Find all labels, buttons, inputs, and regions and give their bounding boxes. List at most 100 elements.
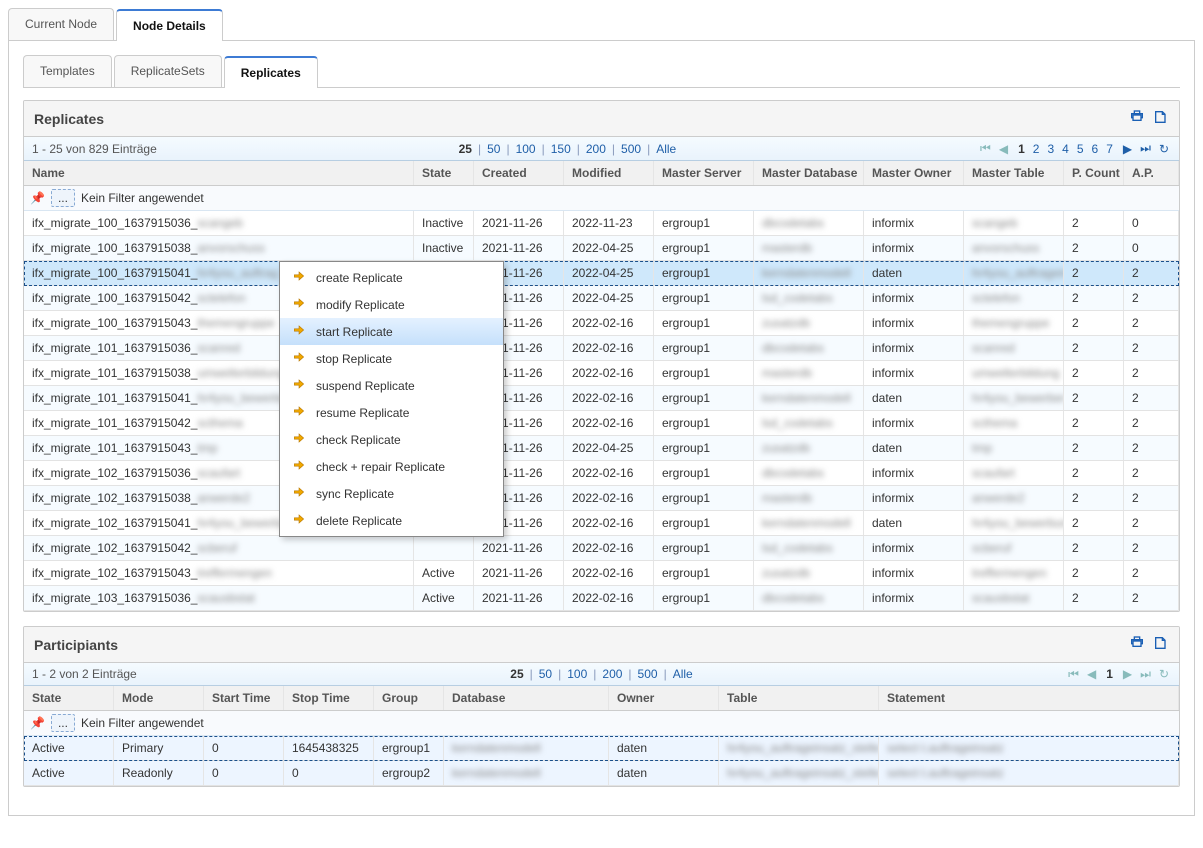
col-master-server[interactable]: Master Server <box>654 161 754 185</box>
col-name[interactable]: Name <box>24 161 414 185</box>
print-icon[interactable] <box>1129 109 1145 128</box>
table-row[interactable]: ifx_migrate_100_1637915036_scangebInacti… <box>24 211 1179 236</box>
page-number[interactable]: 2 <box>1029 142 1044 156</box>
table-row[interactable]: ifx_migrate_103_1637915036_scausbstatAct… <box>24 586 1179 611</box>
table-row[interactable]: ifx_migrate_100_1637915043_themengruppe2… <box>24 311 1179 336</box>
context-menu-item[interactable]: resume Replicate <box>280 399 503 426</box>
col-modified[interactable]: Modified <box>564 161 654 185</box>
context-menu-item[interactable]: create Replicate <box>280 264 503 291</box>
next-page-icon[interactable]: ▶ <box>1121 667 1134 681</box>
col-p-count[interactable]: P. Count <box>1064 161 1124 185</box>
page-size-option[interactable]: 500 <box>621 142 641 156</box>
table-row[interactable]: ifx_migrate_102_1637915043_treffermengen… <box>24 561 1179 586</box>
tab-replicatesets[interactable]: ReplicateSets <box>114 55 222 87</box>
page-number[interactable]: 6 <box>1088 142 1103 156</box>
context-menu-item[interactable]: sync Replicate <box>280 480 503 507</box>
tab-node-details[interactable]: Node Details <box>116 9 223 41</box>
page-size-option[interactable]: 50 <box>487 142 500 156</box>
first-page-icon[interactable]: ⏮ <box>978 141 993 156</box>
col-table[interactable]: Table <box>719 686 879 710</box>
filter-pin-icon[interactable]: 📌 <box>30 716 45 730</box>
replicates-rows: ifx_migrate_100_1637915036_scangebInacti… <box>24 211 1179 611</box>
prev-page-icon[interactable]: ◀ <box>1085 667 1098 681</box>
context-menu-item[interactable]: start Replicate <box>280 318 503 345</box>
export-csv-icon[interactable] <box>1153 635 1169 654</box>
export-csv-icon[interactable] <box>1153 109 1169 128</box>
col-master-table[interactable]: Master Table <box>964 161 1064 185</box>
col-master-owner[interactable]: Master Owner <box>864 161 964 185</box>
prev-page-icon[interactable]: ◀ <box>997 142 1010 156</box>
table-row[interactable]: ActiveReadonly00ergroup2kerndatenmodelld… <box>24 761 1179 786</box>
table-row[interactable]: ifx_migrate_102_1637915038_anwerde22021-… <box>24 486 1179 511</box>
page-number[interactable]: 3 <box>1043 142 1058 156</box>
first-page-icon[interactable]: ⏮ <box>1066 667 1081 682</box>
table-row[interactable]: ifx_migrate_101_1637915036_scanred2021-1… <box>24 336 1179 361</box>
tab-replicates[interactable]: Replicates <box>224 56 318 88</box>
cell-p-count: 2 <box>1064 311 1124 335</box>
page-number[interactable]: 4 <box>1058 142 1073 156</box>
refresh-icon[interactable]: ↻ <box>1157 142 1171 156</box>
page-number[interactable]: 7 <box>1102 142 1117 156</box>
table-row[interactable]: ActivePrimary01645438325ergroup1kerndate… <box>24 736 1179 761</box>
table-row[interactable]: ifx_migrate_101_1637915043_tmp2021-11-26… <box>24 436 1179 461</box>
tab-templates[interactable]: Templates <box>23 55 112 87</box>
context-menu-item[interactable]: delete Replicate <box>280 507 503 534</box>
cell-state: Active <box>24 736 114 760</box>
context-menu-item[interactable]: check + repair Replicate <box>280 453 503 480</box>
page-number[interactable]: 1 <box>1102 667 1117 681</box>
col-start-time[interactable]: Start Time <box>204 686 284 710</box>
page-size-selector: 25|50|100|200|500|Alle <box>504 667 698 681</box>
print-icon[interactable] <box>1129 635 1145 654</box>
col-master-database[interactable]: Master Database <box>754 161 864 185</box>
table-row[interactable]: ifx_migrate_101_1637915042_scthema2021-1… <box>24 411 1179 436</box>
context-menu-item[interactable]: modify Replicate <box>280 291 503 318</box>
page-size-option[interactable]: Alle <box>656 142 676 156</box>
tab-current-node[interactable]: Current Node <box>8 8 114 40</box>
page-size-option[interactable]: 25 <box>510 667 523 681</box>
last-page-icon[interactable]: ⏭ <box>1138 667 1153 682</box>
col-group[interactable]: Group <box>374 686 444 710</box>
page-size-option[interactable]: 100 <box>567 667 587 681</box>
context-menu-item[interactable]: check Replicate <box>280 426 503 453</box>
cell-database: kerndatenmodell <box>444 761 609 785</box>
col-stop-time[interactable]: Stop Time <box>284 686 374 710</box>
context-menu-item[interactable]: suspend Replicate <box>280 372 503 399</box>
col-state[interactable]: State <box>414 161 474 185</box>
col-statement[interactable]: Statement <box>879 686 1179 710</box>
page-size-option[interactable]: 50 <box>539 667 552 681</box>
table-row[interactable]: ifx_migrate_100_1637915041_hr4you_auftra… <box>24 261 1179 286</box>
page-size-option[interactable]: 25 <box>459 142 472 156</box>
last-page-icon[interactable]: ⏭ <box>1138 141 1153 156</box>
page-number[interactable]: 1 <box>1014 142 1029 156</box>
page-size-option[interactable]: 500 <box>638 667 658 681</box>
page-size-option[interactable]: 150 <box>551 142 571 156</box>
table-row[interactable]: ifx_migrate_101_1637915038_umwelterbildu… <box>24 361 1179 386</box>
refresh-icon[interactable]: ↻ <box>1157 667 1171 681</box>
filter-open-button[interactable]: ... <box>51 189 75 207</box>
page-number[interactable]: 5 <box>1073 142 1088 156</box>
table-row[interactable]: ifx_migrate_102_1637915041_hr4you_bewerb… <box>24 511 1179 536</box>
page-size-option[interactable]: Alle <box>673 667 693 681</box>
col-a-p[interactable]: A.P. <box>1124 161 1179 185</box>
context-menu-item[interactable]: stop Replicate <box>280 345 503 372</box>
table-row[interactable]: ifx_migrate_100_1637915038_anvorschussIn… <box>24 236 1179 261</box>
page-size-option[interactable]: 200 <box>586 142 606 156</box>
col-created[interactable]: Created <box>474 161 564 185</box>
table-row[interactable]: ifx_migrate_102_1637915042_scberuf2021-1… <box>24 536 1179 561</box>
page-size-option[interactable]: 100 <box>516 142 536 156</box>
next-page-icon[interactable]: ▶ <box>1121 142 1134 156</box>
cell-a-p: 2 <box>1124 411 1179 435</box>
page-size-option[interactable]: 200 <box>602 667 622 681</box>
cell-created: 2021-11-26 <box>474 536 564 560</box>
col-state[interactable]: State <box>24 686 114 710</box>
filter-open-button[interactable]: ... <box>51 714 75 732</box>
arrow-right-icon <box>292 485 306 502</box>
cell-master-server: ergroup1 <box>654 261 754 285</box>
col-mode[interactable]: Mode <box>114 686 204 710</box>
col-database[interactable]: Database <box>444 686 609 710</box>
table-row[interactable]: ifx_migrate_101_1637915041_hr4you_bewerb… <box>24 386 1179 411</box>
table-row[interactable]: ifx_migrate_102_1637915036_scaufart2021-… <box>24 461 1179 486</box>
col-owner[interactable]: Owner <box>609 686 719 710</box>
table-row[interactable]: ifx_migrate_100_1637915042_sctelefon2021… <box>24 286 1179 311</box>
filter-pin-icon[interactable]: 📌 <box>30 191 45 205</box>
